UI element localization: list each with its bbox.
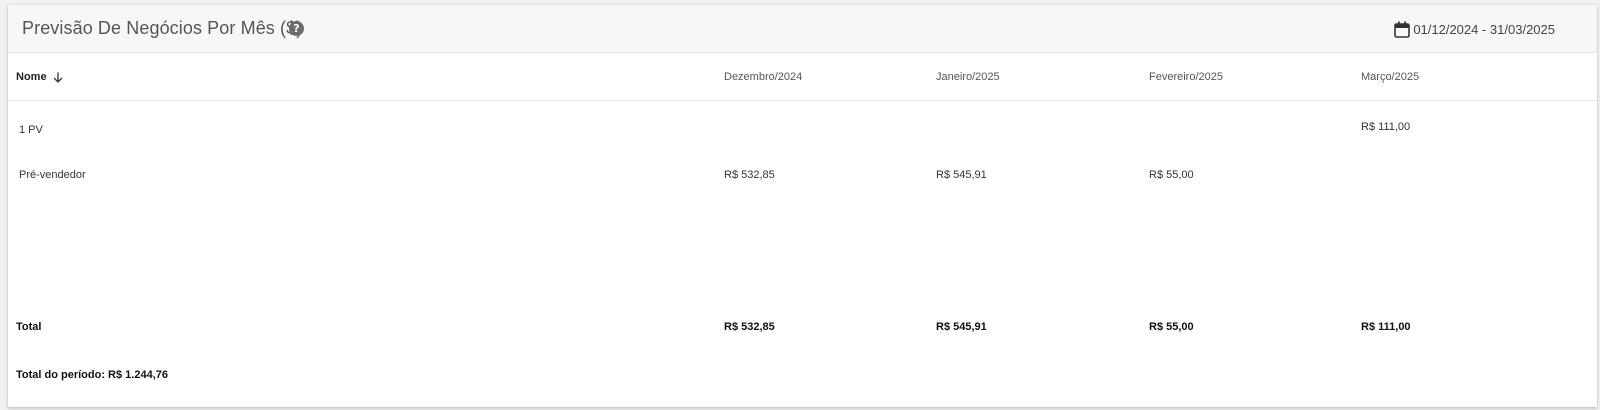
total-value-janeiro: R$ 545,91 [936,321,987,333]
row-name: 1 PV [19,124,43,136]
table-row: Pré-vendedor R$ 532,85 R$ 545,91 R$ 55,0… [8,149,1597,197]
column-header-dezembro[interactable]: Dezembro/2024 [724,71,802,83]
name-column-header[interactable]: Nome [16,71,63,83]
row-value-marco: R$ 111,00 [1361,121,1411,133]
help-icon[interactable]: ? [289,21,304,36]
arrow-down-icon [53,72,63,83]
row-value-janeiro: R$ 545,91 [936,169,987,181]
date-range-picker[interactable]: 01/12/2024 - 31/03/2025 [1394,20,1555,38]
column-header-marco[interactable]: Março/2025 [1361,71,1419,83]
row-name: Pré-vendedor [19,169,86,181]
column-header-fevereiro[interactable]: Fevereiro/2025 [1149,71,1223,83]
total-value-fevereiro: R$ 55,00 [1149,321,1194,333]
total-label: Total [16,321,42,333]
date-range-text: 01/12/2024 - 31/03/2025 [1413,21,1555,37]
calendar-icon [1394,21,1411,38]
row-value-fevereiro: R$ 55,00 [1149,169,1194,181]
column-header-janeiro[interactable]: Janeiro/2025 [936,71,1000,83]
table-header-row: Nome Dezembro/2024 Janeiro/2025 Fevereir… [8,53,1597,101]
card-title: Previsão De Negócios Por Mês ($) [22,18,303,38]
total-value-dezembro: R$ 532,85 [724,321,775,333]
forecast-card: Previsão De Negócios Por Mês ($) ? 01/12… [8,5,1597,407]
row-value-dezembro: R$ 532,85 [724,169,775,181]
period-total: Total do período: R$ 1.244,76 [16,369,168,381]
total-value-marco: R$ 111,00 [1361,321,1411,333]
total-row: Total R$ 532,85 R$ 545,91 R$ 55,00 R$ 11… [8,305,1597,345]
table-row: 1 PV R$ 111,00 [8,101,1597,149]
card-header: Previsão De Negócios Por Mês ($) ? 01/12… [8,5,1597,53]
